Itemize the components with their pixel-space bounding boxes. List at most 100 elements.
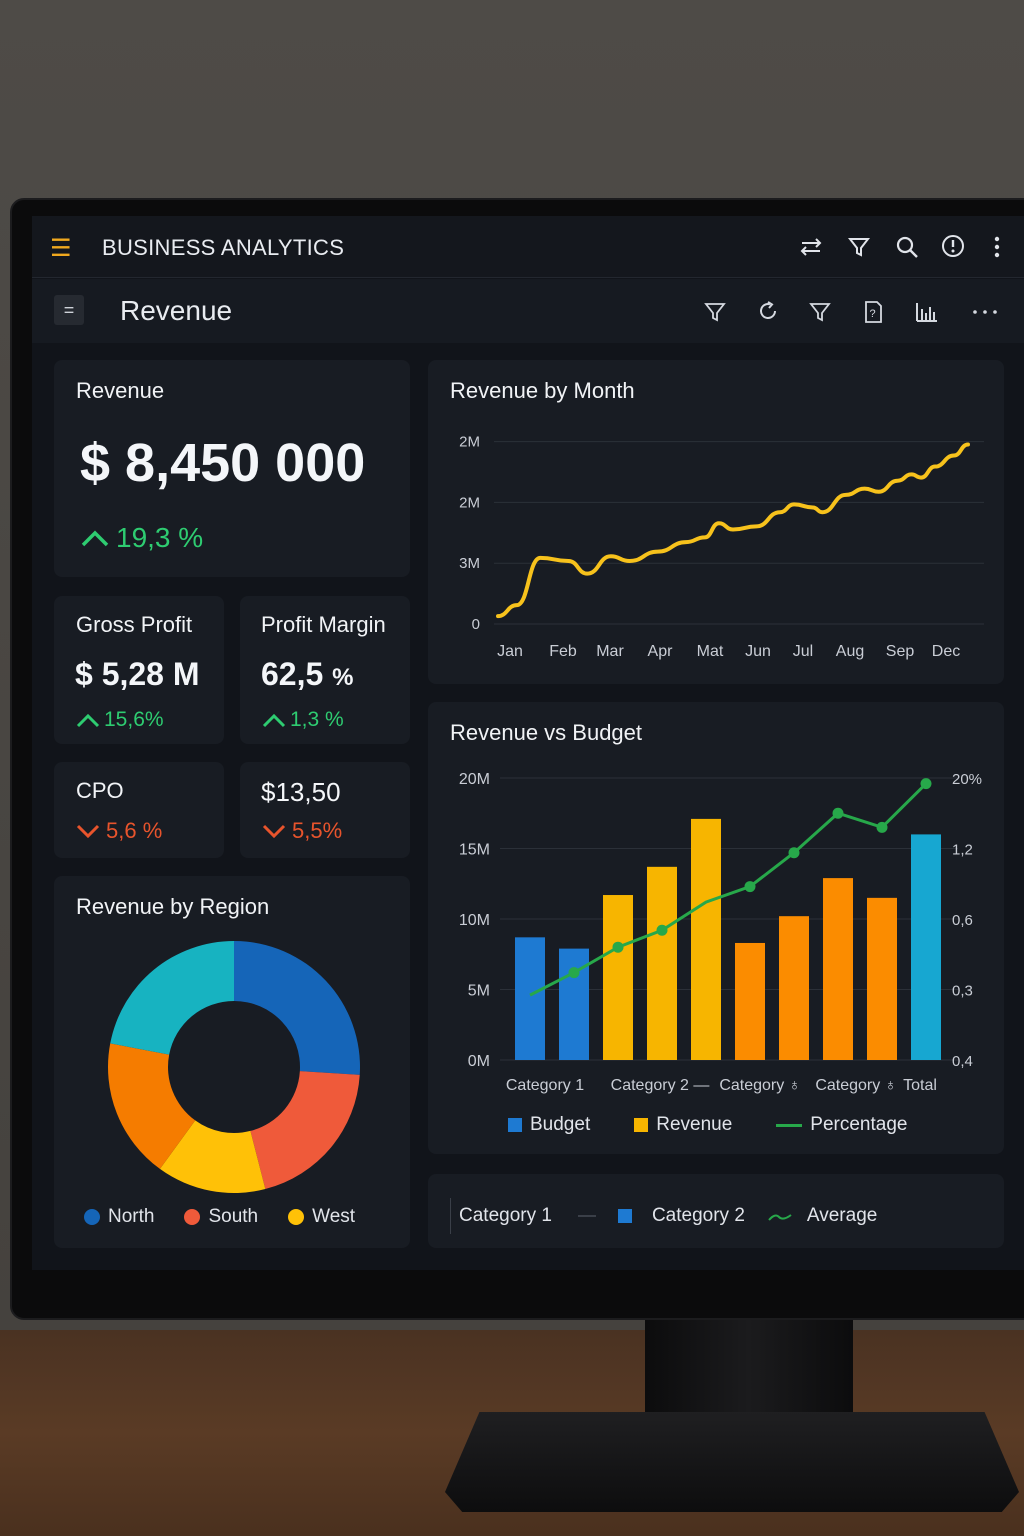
kpi-gross-profit-card: Gross Profit $ 5,28 M 15,6% <box>54 596 224 744</box>
kpi-revenue-delta: 19,3 % <box>80 522 203 554</box>
y-tick-label: 3M <box>459 555 480 572</box>
x-tick-label: Category 2 — <box>611 1077 710 1094</box>
legend-marker <box>634 1118 649 1132</box>
trend-icon <box>768 1214 792 1221</box>
more-horizontal-icon[interactable] <box>970 297 1000 327</box>
kpi-price-delta-text: 5,5% <box>292 818 343 843</box>
bar[interactable] <box>867 897 897 1060</box>
line-point[interactable] <box>832 807 844 819</box>
y2-tick-label: 0,4 <box>952 1053 973 1070</box>
legend-item-category-1[interactable]: Category 1 <box>459 1205 596 1227</box>
legend-item-percentage[interactable]: Percentage <box>776 1114 907 1136</box>
x-tick-label: Aug <box>836 643 864 660</box>
legend-marker-line <box>577 1215 596 1217</box>
legend-item-category-2[interactable]: Category 2 <box>617 1205 745 1227</box>
donut-slice[interactable] <box>250 1071 360 1190</box>
kpi-price-value: $13,50 <box>261 777 341 807</box>
kpi-profit-margin-label: Profit Margin <box>261 612 386 637</box>
sort-icon[interactable] <box>796 232 826 262</box>
legend-item-west[interactable]: West <box>288 1206 355 1228</box>
region-card: Revenue by Region North South West <box>54 876 410 1248</box>
legend-item-budget[interactable]: Budget <box>508 1114 590 1136</box>
search-icon[interactable] <box>892 232 922 262</box>
legend-item-north[interactable]: North <box>84 1206 154 1228</box>
kpi-cpo-label: CPO <box>76 778 124 803</box>
budget-legend: Budget Revenue Percentage <box>508 1114 907 1136</box>
month-card: Revenue by Month 0 3M 2M 2M Jan Feb Mar Apr Mat J… <box>428 360 1004 684</box>
legend-dot <box>288 1209 305 1225</box>
bar[interactable] <box>603 895 633 1060</box>
x-tick-label: Category 1 <box>506 1077 584 1094</box>
bar[interactable] <box>779 916 809 1060</box>
donut-slice[interactable] <box>234 941 360 1075</box>
line-point[interactable] <box>788 847 800 859</box>
filter-icon[interactable] <box>700 297 730 327</box>
line-point[interactable] <box>920 778 932 790</box>
budget-card: Revenue vs Budget 0M 0,4 5M 0,3 10M 0,6 15M 1,2… <box>428 702 1004 1154</box>
arrow-up-icon <box>81 530 109 547</box>
region-legend: North South West <box>84 1206 355 1228</box>
x-tick-label: Total <box>903 1077 937 1094</box>
kpi-profit-margin-card: Profit Margin 62,5 % 1,3 % <box>240 596 410 744</box>
month-line-chart: 0 3M 2M 2M Jan Feb Mar Apr Mat Jun Jul Aug Sep Dec <box>459 434 984 660</box>
legend-label: Category 2 <box>651 1205 745 1226</box>
dashboard-screen: ☰ BUSINESS ANALYTICS = Revenue ? Revenue… <box>32 216 1024 1270</box>
line-point[interactable] <box>876 821 888 833</box>
x-tick-label: Jul <box>793 643 813 660</box>
report-icon[interactable]: ? <box>858 297 888 327</box>
kpi-revenue-value: $ 8,450 000 <box>80 433 366 493</box>
line-point[interactable] <box>656 924 668 936</box>
legend-label: Percentage <box>810 1114 908 1135</box>
kpi-cpo-card: CPO 5,6 % <box>54 762 224 858</box>
legend-item-average[interactable]: Average <box>767 1205 877 1227</box>
filter-icon[interactable] <box>844 232 874 262</box>
bar[interactable] <box>735 942 765 1060</box>
legend-item-south[interactable]: South <box>184 1206 258 1228</box>
kpi-profit-margin-value: 62,5 % <box>261 656 354 693</box>
line-point[interactable] <box>568 967 580 979</box>
collapse-icon[interactable]: = <box>54 295 84 325</box>
arrow-down-icon <box>262 824 286 839</box>
legend-dot <box>184 1209 201 1225</box>
bar[interactable] <box>515 937 545 1060</box>
legend-marker <box>776 1123 803 1127</box>
arrow-down-icon <box>76 824 100 839</box>
menu-icon[interactable]: ☰ <box>50 234 72 263</box>
kpi-revenue-delta-text: 19,3 % <box>116 522 204 553</box>
x-tick-label: Apr <box>648 643 674 660</box>
bar-chart-icon[interactable] <box>911 297 941 327</box>
app-title: BUSINESS ANALYTICS <box>102 235 345 260</box>
percentage-line[interactable] <box>529 782 928 997</box>
bar[interactable] <box>647 866 677 1060</box>
y-tick-label: 0M <box>468 1053 490 1070</box>
y-tick-label: 15M <box>459 842 490 859</box>
y2-tick-label: 0,6 <box>952 912 973 929</box>
bar[interactable] <box>691 818 721 1060</box>
x-tick-label: Dec <box>932 643 960 660</box>
month-title: Revenue by Month <box>450 378 635 403</box>
legend-label: West <box>312 1206 356 1227</box>
line-point[interactable] <box>744 881 756 893</box>
kpi-cpo-delta-text: 5,6 % <box>106 818 163 843</box>
help-icon[interactable] <box>938 231 968 261</box>
line-point[interactable] <box>612 941 624 953</box>
bar[interactable] <box>911 834 941 1060</box>
revenue-line[interactable] <box>496 442 970 619</box>
app-bar: ☰ BUSINESS ANALYTICS <box>32 216 1024 278</box>
y-tick-label: 5M <box>468 983 490 1000</box>
category-legend-card: Category 1 Category 2 Average <box>428 1174 1004 1248</box>
legend-label: South <box>208 1206 259 1227</box>
more-vertical-icon[interactable] <box>982 232 1012 262</box>
donut-slice[interactable] <box>110 941 234 1055</box>
region-donut-chart <box>108 941 360 1193</box>
filter-icon[interactable] <box>805 297 835 327</box>
monitor-stand-base <box>445 1412 1019 1512</box>
refresh-icon[interactable] <box>753 296 783 326</box>
x-tick-label: Feb <box>549 643 577 660</box>
y2-tick-label: 0,3 <box>952 983 973 1000</box>
legend-item-revenue[interactable]: Revenue <box>634 1114 732 1136</box>
kpi-cpo-delta: 5,6 % <box>76 818 162 844</box>
divider <box>450 1198 451 1234</box>
x-tick-label: Category ♁ <box>719 1077 800 1094</box>
bar[interactable] <box>823 878 853 1060</box>
